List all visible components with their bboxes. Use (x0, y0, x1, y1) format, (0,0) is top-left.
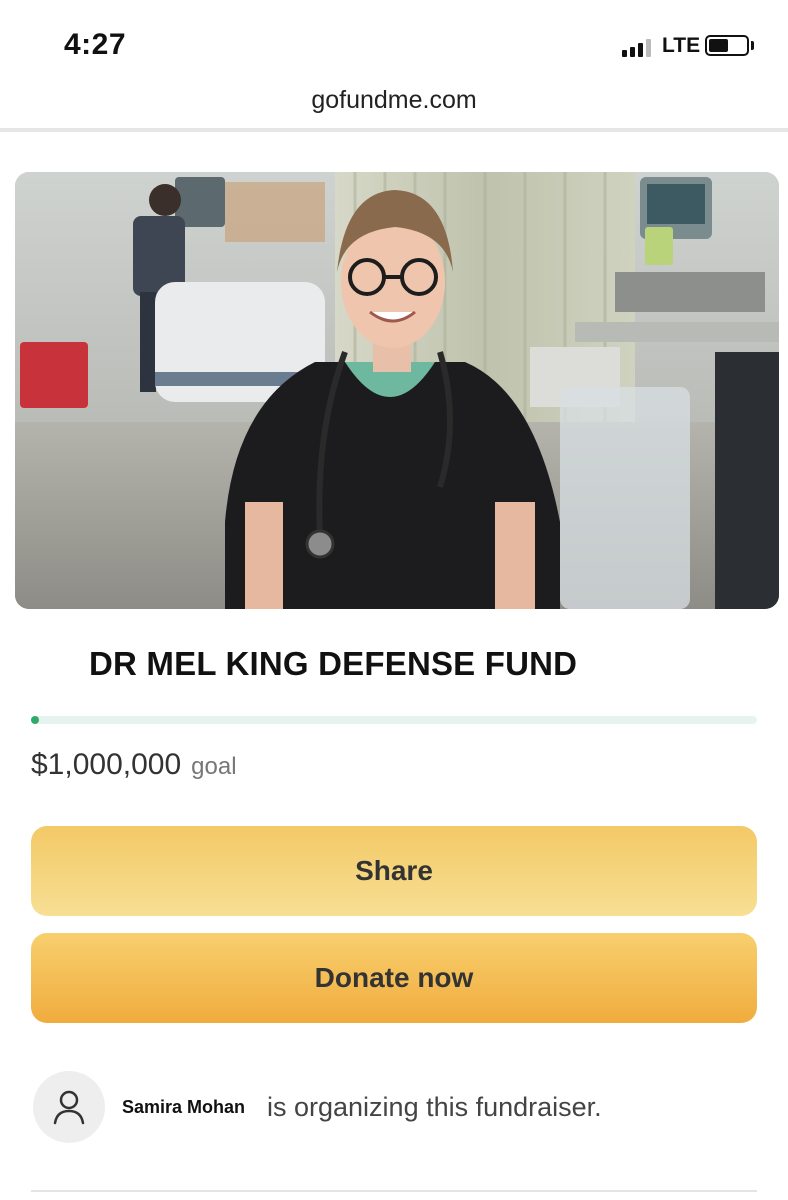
address-bar-divider (0, 128, 788, 132)
progress-bar (31, 716, 757, 724)
donate-button[interactable]: Donate now (31, 933, 757, 1023)
progress-start-dot (31, 716, 39, 724)
battery-icon (705, 35, 749, 56)
fundraiser-title: DR MEL KING DEFENSE FUND (89, 645, 578, 682)
share-button[interactable]: Share (31, 826, 757, 916)
goal-row: $1,000,000 goal (31, 748, 237, 782)
goal-label: goal (191, 753, 237, 780)
hero-photo[interactable] (15, 172, 779, 609)
address-bar-url[interactable]: gofundme.com (0, 86, 788, 115)
organizer-description: is organizing this fundraiser. (267, 1092, 602, 1122)
cellular-signal-icon (622, 37, 651, 57)
organizer-name[interactable]: Samira Mohan (122, 1097, 245, 1118)
user-icon[interactable] (33, 1071, 105, 1143)
section-divider (31, 1190, 757, 1192)
goal-amount: $1,000,000 (31, 748, 182, 781)
battery-tip (751, 41, 754, 50)
status-bar: 4:27 LTE (0, 0, 788, 90)
status-time: 4:27 (64, 28, 127, 61)
network-type: LTE (662, 34, 701, 57)
